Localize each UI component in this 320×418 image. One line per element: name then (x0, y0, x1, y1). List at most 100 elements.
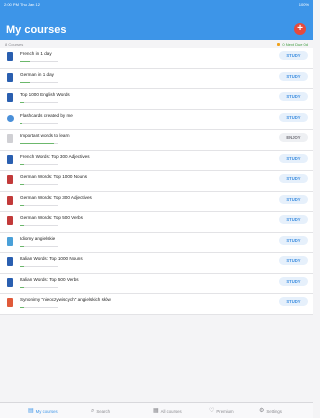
course-progress-fill (20, 61, 30, 62)
search-icon: ⌕ (91, 408, 95, 415)
tab-search[interactable]: ⌕ Search (91, 407, 110, 416)
course-progress-fill (20, 245, 24, 247)
tab-my-courses[interactable]: ▤ My courses (28, 407, 58, 416)
study-button[interactable]: STUDY (279, 235, 308, 245)
course-row[interactable]: German Words: Top 1000 Nouns STUDY (0, 171, 313, 192)
enjoy-button[interactable]: ENJOY (279, 133, 308, 142)
course-row[interactable]: German Words: Top 300 Adjectives STUDY (0, 191, 313, 212)
grid-icon: ▦ (153, 408, 159, 415)
status-bar: 2:00 PM Thu Jan 12 100% (0, 0, 313, 9)
course-progress-fill (20, 307, 24, 308)
course-title: Italian Words: Top 1000 Nouns (20, 256, 83, 261)
course-row[interactable]: French Words: Top 300 Adjectives STUDY (0, 150, 313, 171)
course-book-icon (7, 72, 13, 82)
tab-premium[interactable]: ♡ Premium (209, 407, 234, 416)
course-title: Idiomy angielskie (20, 235, 56, 241)
study-button[interactable]: STUDY (279, 276, 308, 286)
course-progress-fill (20, 204, 24, 206)
course-book-icon (7, 175, 13, 184)
tab-label: Search (96, 409, 110, 414)
course-progress-bar (20, 245, 58, 247)
study-button[interactable]: STUDY (279, 256, 308, 265)
course-row[interactable]: French in 1 day STUDY (0, 48, 313, 69)
course-progress-bar (20, 204, 58, 206)
course-progress-bar (20, 81, 58, 83)
course-row[interactable]: German Words: Top 500 Verbs STUDY (0, 212, 313, 233)
book-icon: ▤ (28, 408, 34, 415)
course-progress-bar (20, 307, 58, 308)
heart-icon: ♡ (209, 408, 215, 415)
course-title: French Words: Top 300 Adjectives (20, 153, 90, 159)
course-progress-bar (20, 143, 58, 144)
tab-settings[interactable]: ⚙ Settings (259, 407, 282, 416)
course-progress-bar (20, 61, 58, 62)
course-row[interactable]: Top 1000 English Words STUDY (0, 89, 313, 110)
course-title: Flashcards created by me (20, 112, 73, 118)
course-title: German Words: Top 500 Verbs (20, 215, 83, 220)
study-button[interactable]: STUDY (279, 297, 308, 306)
course-book-icon (7, 257, 13, 266)
add-course-button[interactable]: + (294, 23, 306, 35)
gear-icon: ⚙ (259, 408, 265, 415)
page-title: My courses (6, 24, 67, 36)
user-flashcards-icon (7, 114, 14, 122)
course-title: Italian Words: Top 500 Verbs (20, 276, 79, 282)
course-progress-fill (20, 286, 24, 288)
course-progress-bar (20, 102, 58, 103)
course-title: German Words: Top 1000 Nouns (20, 174, 87, 179)
study-button[interactable]: STUDY (279, 112, 308, 122)
course-book-icon (7, 298, 13, 307)
course-row[interactable]: Synonimy "nieoczywiscych" angielskich sł… (0, 294, 313, 315)
study-button[interactable]: STUDY (279, 153, 308, 163)
clock-icon (277, 43, 281, 47)
course-title: German Words: Top 300 Adjectives (20, 194, 92, 200)
battery-indicator: 100% (298, 2, 309, 7)
course-title: Top 1000 English Words (20, 92, 70, 97)
course-progress-fill (20, 143, 55, 144)
course-book-icon (7, 134, 13, 143)
app-header: 2:00 PM Thu Jan 12 100% My courses + (0, 0, 313, 44)
status-time: 2:00 PM Thu Jan 12 (4, 2, 40, 7)
tab-label: Premium (216, 409, 234, 414)
tab-all-courses[interactable]: ▦ All courses (153, 407, 182, 416)
study-button[interactable]: STUDY (279, 215, 308, 224)
tab-label: All courses (160, 409, 182, 414)
tab-label: My courses (35, 409, 58, 414)
course-row[interactable]: Important words to learn ENJOY (0, 130, 313, 151)
course-title: Synonimy "nieoczywiscych" angielskich sł… (20, 297, 111, 302)
study-button[interactable]: STUDY (279, 71, 308, 81)
course-book-icon (7, 216, 13, 225)
study-button[interactable]: STUDY (279, 92, 308, 101)
study-button[interactable]: STUDY (279, 51, 308, 60)
course-title: French in 1 day (20, 51, 52, 56)
course-progress-bar (20, 184, 58, 185)
course-progress-bar (20, 122, 58, 124)
course-row[interactable]: Idiomy angielskie STUDY (0, 232, 313, 253)
course-list: French in 1 day STUDY German in 1 day STUDY… (0, 48, 313, 315)
course-book-icon (7, 236, 13, 246)
course-progress-fill (20, 225, 24, 226)
course-progress-fill (20, 266, 24, 267)
course-progress-fill (20, 122, 22, 124)
course-progress-bar (20, 163, 58, 165)
course-row[interactable]: Italian Words: Top 500 Verbs STUDY (0, 273, 313, 294)
course-book-icon (7, 195, 13, 205)
course-title: Important words to learn (20, 133, 70, 138)
tab-bar: ▤ My courses ⌕ Search ▦ All courses ♡ Premium ⚙ S… (0, 402, 313, 418)
course-row[interactable]: Italian Words: Top 1000 Nouns STUDY (0, 253, 313, 274)
study-button[interactable]: STUDY (279, 194, 308, 204)
course-book-icon (7, 277, 13, 287)
course-row[interactable]: German in 1 day STUDY (0, 68, 313, 89)
course-progress-fill (20, 102, 24, 103)
course-book-icon (7, 154, 13, 164)
course-progress-fill (20, 81, 30, 83)
course-book-icon (7, 52, 13, 61)
course-row[interactable]: Flashcards created by me STUDY (0, 109, 313, 130)
tab-label: Settings (266, 409, 282, 414)
course-progress-fill (20, 184, 24, 185)
study-button[interactable]: STUDY (279, 174, 308, 183)
course-title: German in 1 day (20, 71, 54, 77)
course-progress-bar (20, 266, 58, 267)
course-book-icon (7, 93, 13, 102)
course-progress-fill (20, 163, 24, 165)
